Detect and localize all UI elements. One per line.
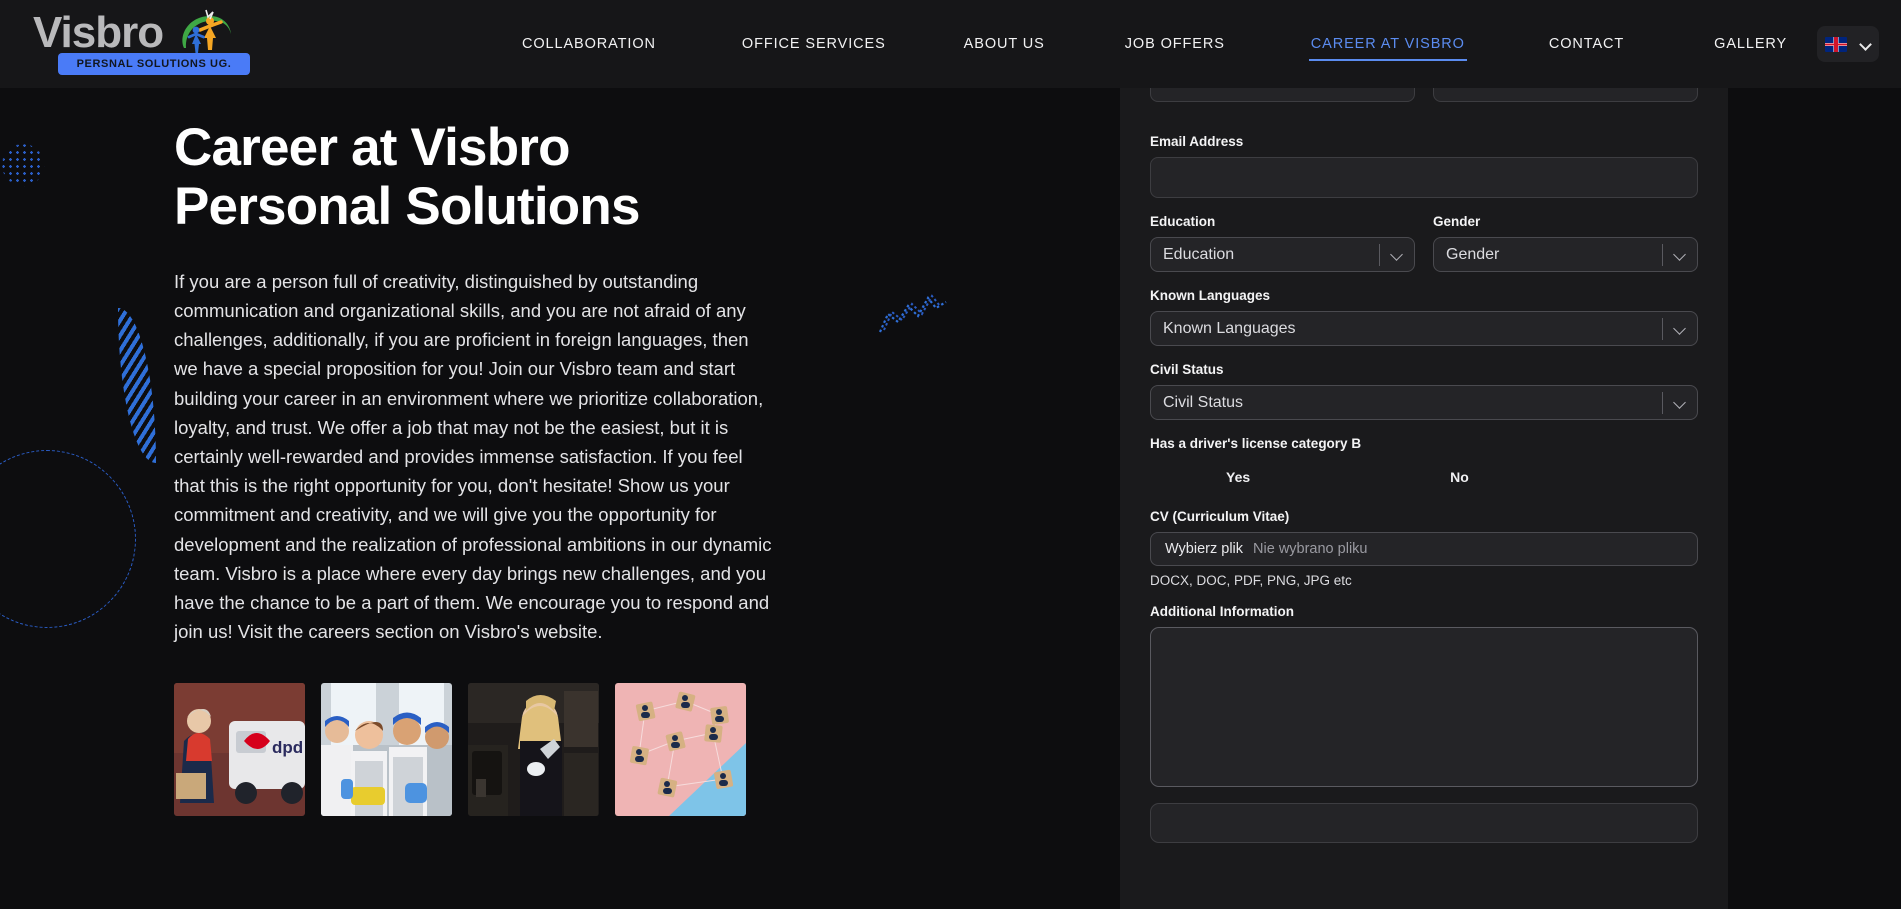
nav-item-job-offers[interactable]: JOB OFFERS [1123, 30, 1227, 58]
nav-menu: COLLABORATION OFFICE SERVICES ABOUT US J… [520, 0, 1789, 88]
dot-grid-decoration [0, 142, 46, 188]
hero-description: If you are a person full of creativity, … [174, 270, 772, 643]
top-navigation-bar: Visbro PERSNAL SOLUTIONS UG. COLLABORATI… [0, 0, 1901, 88]
civil-status-selected-value: Civil Status [1163, 393, 1244, 411]
page-title: Career at Visbro Personal Solutions [174, 118, 640, 237]
nav-item-gallery[interactable]: GALLERY [1712, 30, 1789, 58]
nav-item-office-services[interactable]: OFFICE SERVICES [740, 30, 888, 58]
nav-item-about-us[interactable]: ABOUT US [962, 30, 1047, 58]
cv-selected-filename: Nie wybrano pliku [1253, 541, 1368, 557]
radio-spacer [1250, 469, 1450, 485]
drivers-license-label: Has a driver's license category B [1150, 436, 1362, 451]
photo-hr-network-cubes[interactable] [615, 683, 746, 816]
application-form-panel: Email Address Education Education Gender… [1120, 88, 1728, 909]
chevron-down-icon [1861, 39, 1871, 49]
gender-label: Gender [1433, 214, 1481, 229]
education-field-group: Education Education [1150, 214, 1415, 272]
logo-wordmark: Visbro [33, 8, 164, 57]
civil-status-select[interactable]: Civil Status [1150, 385, 1698, 420]
nav-item-collaboration[interactable]: COLLABORATION [520, 30, 658, 58]
civil-status-field-group: Civil Status Civil Status [1150, 362, 1698, 420]
gender-selected-value: Gender [1446, 245, 1500, 263]
cv-label: CV (Curriculum Vitae) [1150, 509, 1290, 524]
photo-barista[interactable] [468, 683, 599, 816]
next-field-partial[interactable] [1150, 803, 1698, 843]
known-languages-field-group: Known Languages Known Languages [1150, 288, 1698, 346]
email-label: Email Address [1150, 134, 1244, 149]
education-gender-row: Education Education Gender Gender [1150, 214, 1698, 272]
select-divider [1662, 318, 1663, 340]
additional-information-label: Additional Information [1150, 604, 1294, 619]
education-label: Education [1150, 214, 1216, 229]
known-languages-select[interactable]: Known Languages [1150, 311, 1698, 346]
education-selected-value: Education [1163, 245, 1235, 263]
education-select[interactable]: Education [1150, 237, 1415, 272]
civil-status-label: Civil Status [1150, 362, 1224, 377]
photo-cleaning-team[interactable] [321, 683, 452, 816]
cv-upload-field-group: CV (Curriculum Vitae) Wybierz plik Nie w… [1150, 509, 1698, 588]
gender-field-group: Gender Gender [1433, 214, 1698, 272]
site-logo[interactable]: Visbro PERSNAL SOLUTIONS UG. [28, 6, 258, 82]
nav-item-contact[interactable]: CONTACT [1547, 30, 1626, 58]
cv-format-hint: DOCX, DOC, PDF, PNG, JPG etc [1150, 573, 1352, 588]
chevron-down-icon [1675, 250, 1686, 261]
email-input[interactable] [1150, 157, 1698, 198]
additional-information-textarea[interactable] [1150, 627, 1698, 787]
chevron-down-icon [1675, 398, 1686, 409]
email-field-group: Email Address [1150, 134, 1698, 198]
striped-leaf-decoration [118, 308, 156, 463]
dashed-circle-decoration [0, 450, 136, 628]
select-divider [1379, 244, 1380, 266]
svg-text:dpd: dpd [272, 738, 303, 757]
drivers-license-radio-row: Yes No [1150, 469, 1698, 485]
logo-tagline-text: PERSNAL SOLUTIONS UG. [76, 58, 232, 70]
cv-file-input[interactable]: Wybierz plik Nie wybrano pliku [1150, 532, 1698, 566]
language-selector[interactable] [1817, 26, 1879, 62]
select-divider [1662, 244, 1663, 266]
photo-dpd-courier[interactable]: dpd [174, 683, 305, 816]
chevron-down-icon [1675, 324, 1686, 335]
known-languages-selected-value: Known Languages [1163, 319, 1296, 337]
drivers-license-yes-option[interactable]: Yes [1226, 469, 1250, 485]
hero-section: Career at Visbro Personal Solutions If y… [174, 118, 794, 647]
select-divider [1662, 392, 1663, 414]
additional-information-field-group: Additional Information [1150, 604, 1698, 787]
known-languages-label: Known Languages [1150, 288, 1271, 303]
logo-tagline-banner: PERSNAL SOLUTIONS UG. [58, 53, 250, 75]
uk-flag-icon [1825, 36, 1847, 52]
drivers-license-field-group: Has a driver's license category B Yes No [1150, 436, 1698, 485]
drivers-license-no-option[interactable]: No [1450, 469, 1469, 485]
chevron-down-icon [1392, 250, 1403, 261]
nav-item-career-at-visbro[interactable]: CAREER AT VISBRO [1308, 30, 1467, 61]
zigzag-dots-decoration [878, 294, 947, 333]
photo-gallery-row: dpd [174, 683, 746, 816]
cv-choose-file-button[interactable]: Wybierz plik [1165, 541, 1243, 557]
gender-select[interactable]: Gender [1433, 237, 1698, 272]
